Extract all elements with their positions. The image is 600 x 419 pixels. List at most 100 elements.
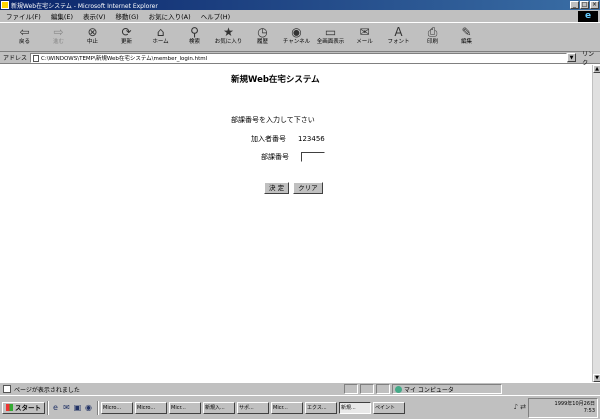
ie-app-icon[interactable] bbox=[1, 1, 9, 9]
tray-icons: ♪ ⇄ bbox=[514, 402, 526, 412]
toolbar-label: 検索 bbox=[188, 39, 200, 45]
toolbar-label: お気に入り bbox=[214, 39, 243, 45]
scroll-down-icon[interactable]: ▼ bbox=[593, 374, 600, 382]
dept-number-input[interactable] bbox=[301, 152, 325, 162]
status-panel bbox=[344, 384, 358, 394]
favorites-button[interactable]: ★ お気に入り bbox=[212, 23, 245, 51]
toolbar-label: メール bbox=[356, 39, 373, 45]
ok-button[interactable]: 決 定 bbox=[264, 182, 290, 194]
print-button[interactable]: ⎙ 印刷 bbox=[416, 23, 449, 51]
fullscreen-button[interactable]: ▭ 全画面表示 bbox=[314, 23, 347, 51]
outlook-quicklaunch-icon[interactable]: ✉ bbox=[62, 403, 71, 412]
stop-button[interactable]: ⊗ 中止 bbox=[76, 23, 109, 51]
home-button[interactable]: ⌂ ホーム bbox=[144, 23, 177, 51]
back-button[interactable]: ⇦ 戻る bbox=[8, 23, 41, 51]
tray-date: 1999年10月26日 bbox=[554, 401, 595, 407]
toolbar-label: チャンネル bbox=[282, 39, 311, 45]
zone-label: マイ コンピュータ bbox=[404, 386, 454, 394]
channels-quicklaunch-icon[interactable]: ◉ bbox=[84, 403, 93, 412]
taskbar-task[interactable]: エクス... bbox=[305, 401, 337, 414]
toolbar-label: 履歴 bbox=[256, 39, 268, 45]
refresh-button[interactable]: ⟳ 更新 bbox=[110, 23, 143, 51]
toolbar-label: 戻る bbox=[18, 39, 30, 45]
address-dropdown-button[interactable]: ▼ bbox=[567, 53, 577, 62]
forward-button[interactable]: ⇨ 進む bbox=[42, 23, 75, 51]
member-number-row: 加入者番号 123456 bbox=[251, 134, 325, 144]
dept-number-label: 部課番号 bbox=[261, 153, 289, 161]
page-content: 新規Web在宅システム 部課番号を入力して下さい 加入者番号 123456 部課… bbox=[0, 65, 592, 382]
start-button[interactable]: スタート bbox=[2, 401, 45, 414]
home-icon: ⌂ bbox=[156, 25, 165, 39]
clear-button[interactable]: クリア bbox=[293, 182, 323, 194]
task-list: Micro... Micro... Micr... 新規入... サポ... Micr..… bbox=[101, 401, 407, 414]
links-label[interactable]: リンク bbox=[582, 49, 600, 67]
system-tray-clock[interactable]: 1999年10月26日 7:53 bbox=[528, 398, 598, 418]
ie-throbber-icon: e bbox=[578, 11, 598, 22]
toolbar-label: ホーム bbox=[152, 39, 169, 45]
status-page-icon bbox=[3, 385, 11, 393]
toolbar-label: 中止 bbox=[86, 39, 98, 45]
mail-button[interactable]: ✉ メール bbox=[348, 23, 381, 51]
windows-logo-icon bbox=[6, 404, 13, 411]
fullscreen-icon: ▭ bbox=[324, 25, 337, 39]
channels-button[interactable]: ◉ チャンネル bbox=[280, 23, 313, 51]
history-button[interactable]: ◷ 履歴 bbox=[246, 23, 279, 51]
menu-bar: ファイル(F) 編集(E) 表示(V) 移動(G) お気に入り(A) ヘルプ(H) bbox=[0, 10, 600, 22]
window-controls: _ □ × bbox=[570, 1, 599, 9]
print-icon: ⎙ bbox=[427, 25, 438, 39]
fonts-button[interactable]: A フォント bbox=[382, 23, 415, 51]
search-icon: ⚲ bbox=[190, 25, 199, 39]
quicklaunch-separator bbox=[47, 400, 49, 415]
back-icon: ⇦ bbox=[19, 25, 30, 39]
scroll-up-icon[interactable]: ▲ bbox=[593, 65, 600, 73]
edit-button[interactable]: ✎ 編集 bbox=[450, 23, 483, 51]
menu-item[interactable]: ヘルプ(H) bbox=[201, 11, 230, 21]
menu-item[interactable]: ファイル(F) bbox=[6, 11, 41, 21]
taskbar-task[interactable]: Micro... bbox=[101, 401, 133, 414]
toolbar-label: 進む bbox=[52, 39, 64, 45]
security-zone: マイ コンピュータ bbox=[392, 384, 502, 394]
address-input[interactable]: C:\WINDOWS\TEMP\新規Web在宅システム\member_login… bbox=[30, 52, 568, 63]
network-icon[interactable]: ⇄ bbox=[520, 402, 526, 412]
menu-item[interactable]: 表示(V) bbox=[83, 11, 106, 21]
taskbar-task[interactable]: ペイント bbox=[373, 401, 405, 414]
tray-time: 7:53 bbox=[583, 408, 595, 414]
taskbar-task[interactable]: サポ... bbox=[237, 401, 269, 414]
edit-icon: ✎ bbox=[461, 25, 472, 39]
taskbar-task[interactable]: 新規入... bbox=[203, 401, 235, 414]
title-bar[interactable]: 新規Web在宅システム - Microsoft Internet Explore… bbox=[0, 0, 600, 10]
taskbar: スタート e ✉ ▣ ◉ Micro... Micro... Micr... 新規入.… bbox=[0, 395, 600, 419]
page-title: 新規Web在宅システム bbox=[231, 75, 320, 85]
address-bar: アドレス C:\WINDOWS\TEMP\新規Web在宅システム\member_… bbox=[0, 49, 600, 67]
refresh-icon: ⟳ bbox=[121, 25, 132, 39]
ie-quicklaunch-icon[interactable]: e bbox=[51, 403, 60, 412]
maximize-button[interactable]: □ bbox=[580, 1, 589, 9]
page-icon bbox=[33, 54, 40, 62]
menu-item[interactable]: 移動(G) bbox=[116, 11, 139, 21]
minimize-button[interactable]: _ bbox=[570, 1, 579, 9]
volume-icon[interactable]: ♪ bbox=[514, 402, 518, 412]
menu-item[interactable]: お気に入り(A) bbox=[149, 11, 191, 21]
forward-icon: ⇨ bbox=[53, 25, 64, 39]
vertical-scrollbar[interactable]: ▲ ▼ bbox=[592, 65, 600, 382]
status-text: ページが表示されました bbox=[14, 386, 80, 394]
status-bar: ページが表示されました マイ コンピュータ bbox=[0, 382, 600, 395]
status-panel bbox=[360, 384, 374, 394]
close-button[interactable]: × bbox=[590, 1, 599, 9]
address-label: アドレス bbox=[3, 55, 28, 62]
member-number-value: 123456 bbox=[298, 135, 325, 143]
menu-item[interactable]: 編集(E) bbox=[51, 11, 73, 21]
taskbar-task[interactable]: Micro... bbox=[135, 401, 167, 414]
computer-icon bbox=[395, 385, 402, 393]
desktop-quicklaunch-icon[interactable]: ▣ bbox=[73, 403, 82, 412]
window-title: 新規Web在宅システム - Microsoft Internet Explore… bbox=[11, 2, 158, 10]
toolbar-label: 編集 bbox=[460, 39, 472, 45]
taskbar-task[interactable]: Micr... bbox=[169, 401, 201, 414]
toolbar-label: 更新 bbox=[120, 39, 132, 45]
mail-icon: ✉ bbox=[359, 25, 370, 39]
taskbar-task[interactable]: Micr... bbox=[271, 401, 303, 414]
search-button[interactable]: ⚲ 検索 bbox=[178, 23, 211, 51]
instruction-text: 部課番号を入力して下さい bbox=[231, 116, 315, 124]
taskbar-task[interactable]: 新規... bbox=[339, 401, 371, 414]
member-number-label: 加入者番号 bbox=[251, 135, 286, 143]
